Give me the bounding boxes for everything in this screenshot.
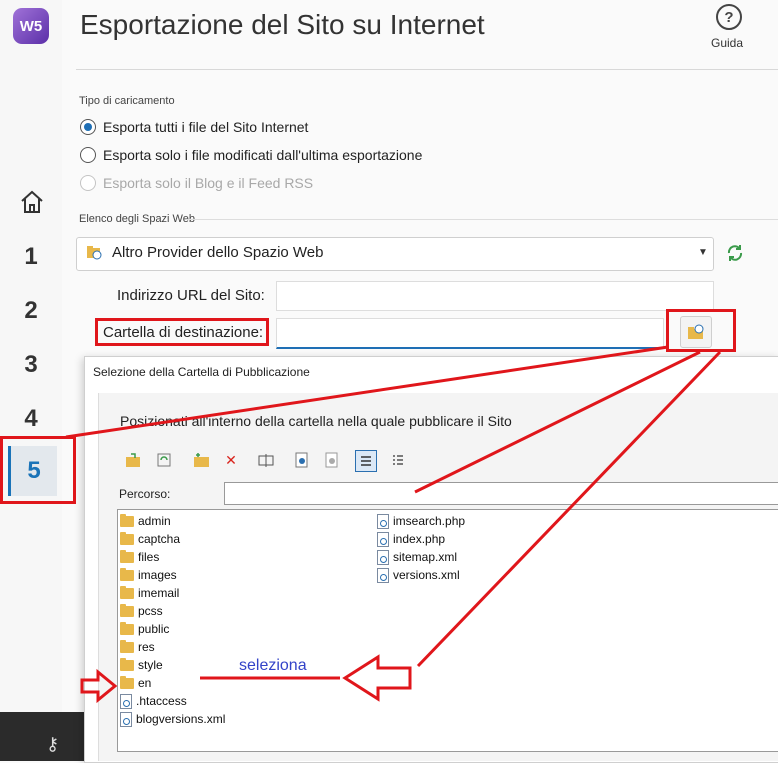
annotation-right-arrow xyxy=(80,668,118,704)
annotation-line-to-step xyxy=(65,345,669,439)
annotation-line-to-arrow xyxy=(416,350,722,668)
annotation-overlay xyxy=(65,345,722,704)
annotation-line-to-path xyxy=(414,350,701,494)
annotation-seleziona: seleziona xyxy=(239,657,307,674)
annotation-left-arrow xyxy=(342,654,412,702)
